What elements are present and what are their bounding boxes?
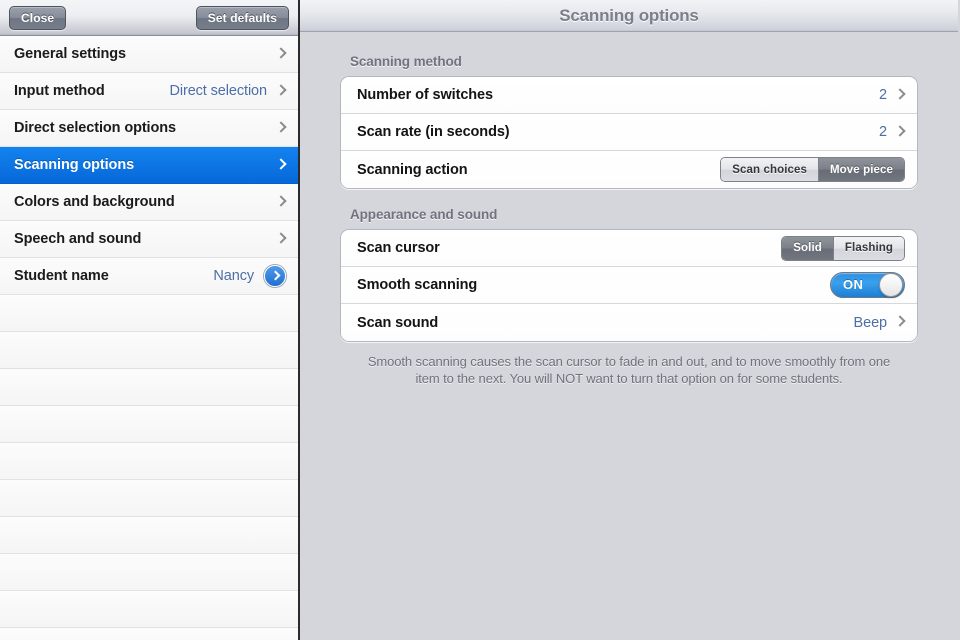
sidebar-item-value: Direct selection (169, 83, 267, 99)
sidebar-item-general-settings[interactable]: General settings (0, 36, 298, 73)
segmented-control-scanning-action: Scan choices Move piece (720, 157, 905, 182)
chevron-right-icon (896, 125, 905, 140)
sidebar-empty-row (0, 369, 298, 406)
sidebar-item-speech-and-sound[interactable]: Speech and sound (0, 221, 298, 258)
toggle-state-label: ON (843, 277, 864, 292)
setting-row-scan-rate-in-seconds[interactable]: Scan rate (in seconds) 2 (341, 114, 917, 151)
setting-label: Number of switches (357, 87, 493, 103)
sidebar-item-label: Speech and sound (14, 231, 142, 247)
sidebar-empty-row (0, 332, 298, 369)
page-title: Scanning options (559, 5, 699, 25)
setting-label: Scan rate (in seconds) (357, 124, 510, 140)
sidebar-item-label: Scanning options (14, 157, 135, 173)
chevron-right-icon (277, 232, 286, 247)
setting-label: Scan cursor (357, 240, 440, 256)
setting-row-scan-sound[interactable]: Scan sound Beep (341, 304, 917, 341)
settings-group: Number of switches 2 Scan rate (in seconds… (340, 76, 918, 189)
setting-value: Beep (853, 314, 888, 331)
segment-option-solid[interactable]: Solid (782, 236, 833, 260)
chevron-right-icon (277, 121, 286, 136)
sidebar-empty-row (0, 406, 298, 443)
disclosure-chevron-icon[interactable] (264, 265, 286, 287)
chevron-right-icon (277, 47, 286, 62)
sidebar-item-colors-and-background[interactable]: Colors and background (0, 184, 298, 221)
chevron-right-icon (277, 158, 286, 173)
setting-row-scan-cursor: Scan cursor Solid Flashing (341, 230, 917, 267)
sidebar-list: General settings Input method Direct selec… (0, 36, 298, 640)
setting-row-scanning-action: Scanning action Scan choices Move piece (341, 151, 917, 188)
sidebar-empty-row (0, 554, 298, 591)
chevron-right-icon (277, 195, 286, 210)
sidebar-item-scanning-options[interactable]: Scanning options (0, 147, 298, 184)
sidebar-empty-row (0, 295, 298, 332)
sidebar-item-label: Colors and background (14, 194, 175, 210)
sidebar-item-student-name[interactable]: Student name Nancy (0, 258, 298, 295)
toggle-knob[interactable] (879, 273, 903, 297)
setting-value: 2 (879, 87, 887, 103)
sidebar-item-input-method[interactable]: Input method Direct selection (0, 73, 298, 110)
set-defaults-button[interactable]: Set defaults (195, 5, 289, 30)
sidebar-empty-row (0, 591, 298, 628)
sidebar-toolbar: Close Set defaults (0, 0, 298, 36)
segmented-control-scan-cursor: Solid Flashing (781, 235, 905, 261)
setting-label: Scanning action (357, 161, 468, 178)
detail-panel: Scanning options Scanning method Number o… (300, 0, 958, 640)
segment-option-flashing[interactable]: Flashing (832, 236, 904, 260)
sidebar: Close Set defaults General settings Input… (0, 0, 300, 640)
sidebar-empty-row (0, 443, 298, 480)
setting-row-number-of-switches[interactable]: Number of switches 2 (341, 77, 917, 114)
sidebar-item-label: Input method (14, 83, 105, 99)
chevron-right-icon (277, 84, 286, 99)
sidebar-item-value: Nancy (213, 268, 254, 284)
toggle-switch-smooth-scanning[interactable]: ON (830, 272, 905, 298)
setting-value: 2 (879, 124, 887, 140)
segment-option-move-piece[interactable]: Move piece (818, 158, 904, 181)
setting-label: Scan sound (357, 314, 439, 331)
setting-row-smooth-scanning: Smooth scanning ON (341, 267, 917, 304)
sidebar-empty-row (0, 517, 298, 554)
sidebar-item-label: Direct selection options (14, 120, 176, 136)
group-footer-note: Smooth scanning causes the scan cursor t… (367, 354, 891, 386)
sidebar-empty-row (0, 480, 298, 517)
sidebar-item-label: Student name (14, 268, 109, 284)
settings-group: Scan cursor Solid Flashing Smooth scanning O… (340, 229, 918, 342)
sidebar-item-label: General settings (14, 46, 127, 62)
chevron-right-icon (896, 315, 905, 330)
setting-label: Smooth scanning (357, 277, 478, 293)
close-button[interactable]: Close (9, 5, 67, 30)
group-header: Scanning method (350, 54, 462, 69)
detail-body: Scanning method Number of switches 2 Scan r… (300, 32, 958, 387)
sidebar-empty-row (0, 628, 298, 640)
detail-titlebar: Scanning options (300, 0, 958, 32)
chevron-right-icon (896, 88, 905, 103)
sidebar-item-direct-selection-options[interactable]: Direct selection options (0, 110, 298, 147)
group-header: Appearance and sound (350, 207, 498, 222)
segment-option-scan-choices[interactable]: Scan choices (721, 158, 818, 181)
settings-window: Close Set defaults General settings Input… (0, 0, 960, 640)
